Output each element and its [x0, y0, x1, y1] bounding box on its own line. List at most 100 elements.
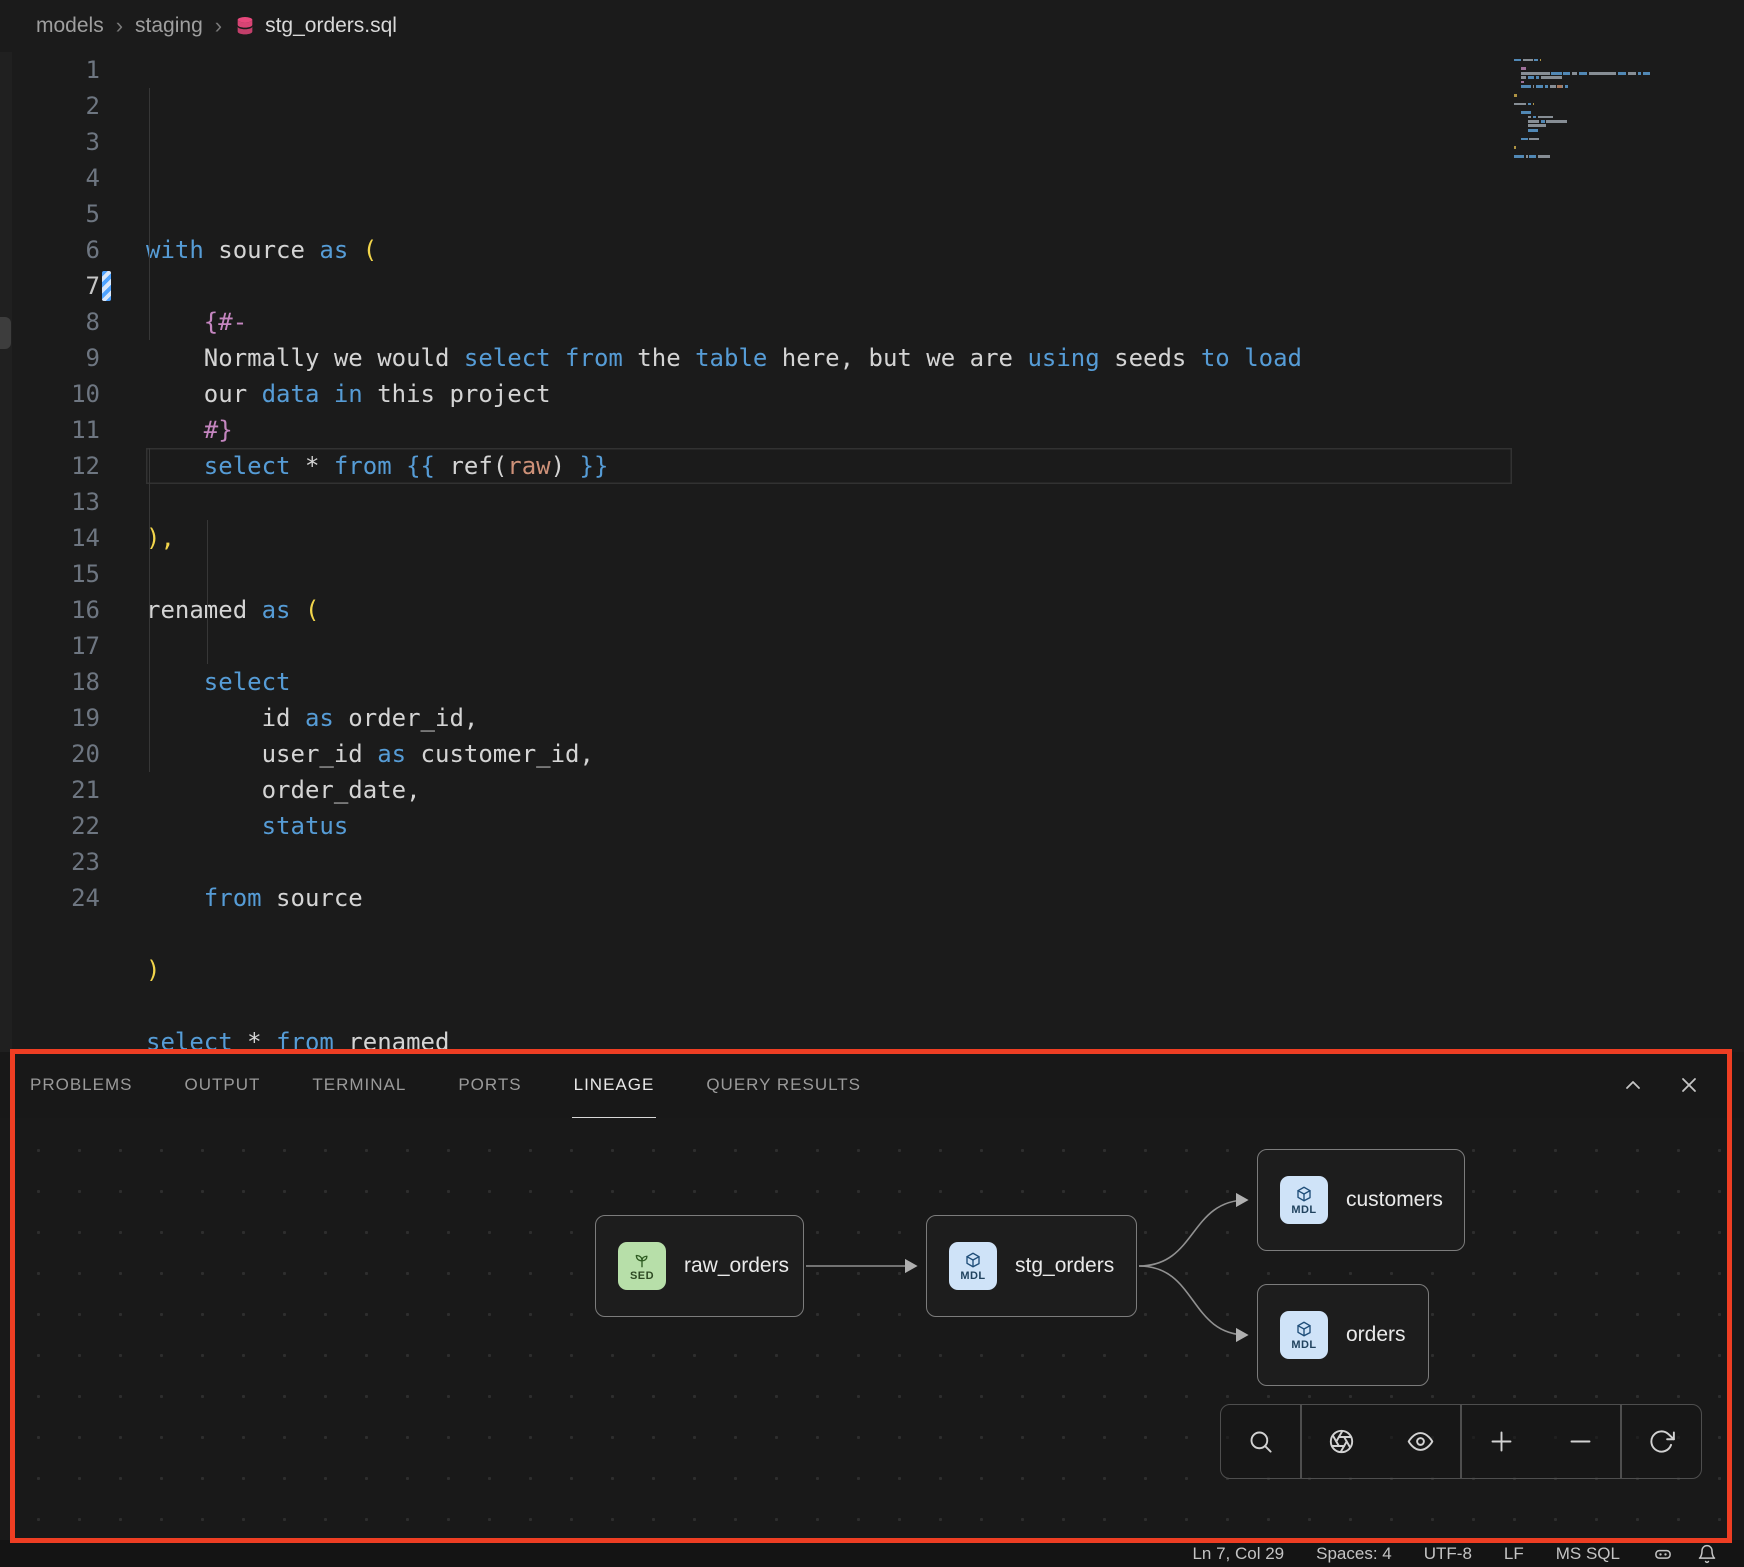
- gutter-decoration: [102, 271, 111, 301]
- line-number[interactable]: 2: [0, 88, 146, 124]
- code-line[interactable]: [146, 844, 1744, 880]
- code-line[interactable]: order_date,: [146, 772, 1744, 808]
- code-line[interactable]: [146, 268, 1744, 304]
- code-token: [146, 416, 204, 444]
- aperture-icon[interactable]: [1302, 1405, 1381, 1478]
- line-number[interactable]: 6: [0, 232, 146, 268]
- lineage-node-customers[interactable]: MDLcustomers: [1257, 1149, 1465, 1251]
- code-token: #}: [204, 416, 233, 444]
- status-cursor-position[interactable]: Ln 7, Col 29: [1192, 1544, 1284, 1564]
- close-icon[interactable]: [1674, 1070, 1704, 1100]
- line-number[interactable]: 24: [0, 880, 146, 916]
- minimap[interactable]: [1514, 58, 1690, 163]
- code-line[interactable]: Normally we would select from the table …: [146, 340, 1744, 376]
- line-number[interactable]: 3: [0, 124, 146, 160]
- status-language[interactable]: MS SQL: [1556, 1544, 1620, 1564]
- panel-tab-ports[interactable]: PORTS: [456, 1051, 523, 1119]
- code-line[interactable]: #}: [146, 412, 1744, 448]
- line-number[interactable]: 22: [0, 808, 146, 844]
- lineage-node-stg_orders[interactable]: MDLstg_orders: [926, 1215, 1137, 1317]
- code-line[interactable]: id as order_id,: [146, 700, 1744, 736]
- code-token: {{: [406, 452, 435, 480]
- breadcrumb-item[interactable]: models: [36, 14, 104, 38]
- code-line[interactable]: from source: [146, 880, 1744, 916]
- panel-tab-lineage[interactable]: LINEAGE: [572, 1051, 657, 1119]
- line-number[interactable]: 13: [0, 484, 146, 520]
- line-number[interactable]: 11: [0, 412, 146, 448]
- line-number[interactable]: 18: [0, 664, 146, 700]
- refresh-icon[interactable]: [1622, 1405, 1701, 1478]
- status-encoding[interactable]: UTF-8: [1424, 1544, 1472, 1564]
- code-line[interactable]: user_id as customer_id,: [146, 736, 1744, 772]
- code-token: customer_id,: [406, 740, 594, 768]
- code-line[interactable]: ),: [146, 520, 1744, 556]
- line-number[interactable]: 1: [0, 52, 146, 88]
- gutter: 123456789101112131415161718192021222324: [0, 52, 146, 1052]
- panel-tab-output[interactable]: OUTPUT: [182, 1051, 262, 1119]
- panel-tab-terminal[interactable]: TERMINAL: [310, 1051, 408, 1119]
- breadcrumb-item[interactable]: staging: [135, 14, 203, 38]
- lineage-node-raw_orders[interactable]: SEDraw_orders: [595, 1215, 804, 1317]
- code-line[interactable]: [146, 916, 1744, 952]
- zoom-in-icon[interactable]: [1462, 1405, 1541, 1478]
- code-token: in: [334, 380, 363, 408]
- code-lines[interactable]: with source as ( {#- Normally we would s…: [146, 52, 1744, 1052]
- panel-tab-problems[interactable]: PROBLEMS: [28, 1051, 134, 1119]
- line-number[interactable]: 15: [0, 556, 146, 592]
- status-eol[interactable]: LF: [1504, 1544, 1524, 1564]
- code-line[interactable]: select: [146, 664, 1744, 700]
- copilot-icon[interactable]: [1652, 1543, 1674, 1565]
- lineage-node-orders[interactable]: MDLorders: [1257, 1284, 1429, 1386]
- status-indentation[interactable]: Spaces: 4: [1316, 1544, 1392, 1564]
- code-token: [348, 236, 362, 264]
- line-number[interactable]: 20: [0, 736, 146, 772]
- code-line[interactable]: [146, 628, 1744, 664]
- code-line[interactable]: ): [146, 952, 1744, 988]
- code-line[interactable]: renamed as (: [146, 592, 1744, 628]
- breadcrumb-item[interactable]: stg_orders.sql: [234, 14, 397, 38]
- bell-icon[interactable]: [1696, 1543, 1718, 1565]
- line-number[interactable]: 23: [0, 844, 146, 880]
- code-token: [146, 308, 204, 336]
- code-line[interactable]: status: [146, 808, 1744, 844]
- line-number[interactable]: 7: [0, 268, 146, 304]
- line-number[interactable]: 19: [0, 700, 146, 736]
- sidebar-handle[interactable]: [0, 317, 11, 349]
- breadcrumb-label: models: [36, 14, 104, 38]
- code-line[interactable]: with source as (: [146, 232, 1744, 268]
- line-number[interactable]: 5: [0, 196, 146, 232]
- breadcrumb-separator: ›: [116, 13, 123, 39]
- zoom-out-icon[interactable]: [1541, 1405, 1620, 1478]
- code-token: [551, 344, 565, 372]
- code-token: [146, 884, 204, 912]
- line-number[interactable]: 4: [0, 160, 146, 196]
- code-line[interactable]: {#-: [146, 304, 1744, 340]
- lineage-graph[interactable]: SEDraw_orders MDLstg_orders MDLcustomers MD…: [0, 1118, 1744, 1540]
- code-line[interactable]: select * from {{ ref(raw) }}: [146, 448, 1512, 484]
- line-number[interactable]: 8: [0, 304, 146, 340]
- search-icon[interactable]: [1221, 1405, 1300, 1478]
- panel-tab-query-results[interactable]: QUERY RESULTS: [704, 1051, 863, 1119]
- code-line[interactable]: [146, 988, 1744, 1024]
- code-line[interactable]: [146, 484, 1744, 520]
- eye-icon[interactable]: [1381, 1405, 1460, 1478]
- code-token: id: [146, 704, 305, 732]
- code-line[interactable]: our data in this project: [146, 376, 1744, 412]
- line-number[interactable]: 21: [0, 772, 146, 808]
- line-number[interactable]: 17: [0, 628, 146, 664]
- code-token: (: [363, 236, 377, 264]
- code-token: (: [305, 596, 319, 624]
- code-token: to: [1201, 344, 1230, 372]
- line-number[interactable]: 10: [0, 376, 146, 412]
- code-token: as: [377, 740, 406, 768]
- line-number[interactable]: 14: [0, 520, 146, 556]
- code-token: status: [262, 812, 349, 840]
- code-line[interactable]: select * from renamed: [146, 1024, 1744, 1052]
- chevron-up-icon[interactable]: [1618, 1070, 1648, 1100]
- line-number[interactable]: 9: [0, 340, 146, 376]
- code-line[interactable]: [146, 556, 1744, 592]
- code-token: ref(: [435, 452, 507, 480]
- editor: 123456789101112131415161718192021222324 …: [0, 52, 1744, 1052]
- line-number[interactable]: 12: [0, 448, 146, 484]
- line-number[interactable]: 16: [0, 592, 146, 628]
